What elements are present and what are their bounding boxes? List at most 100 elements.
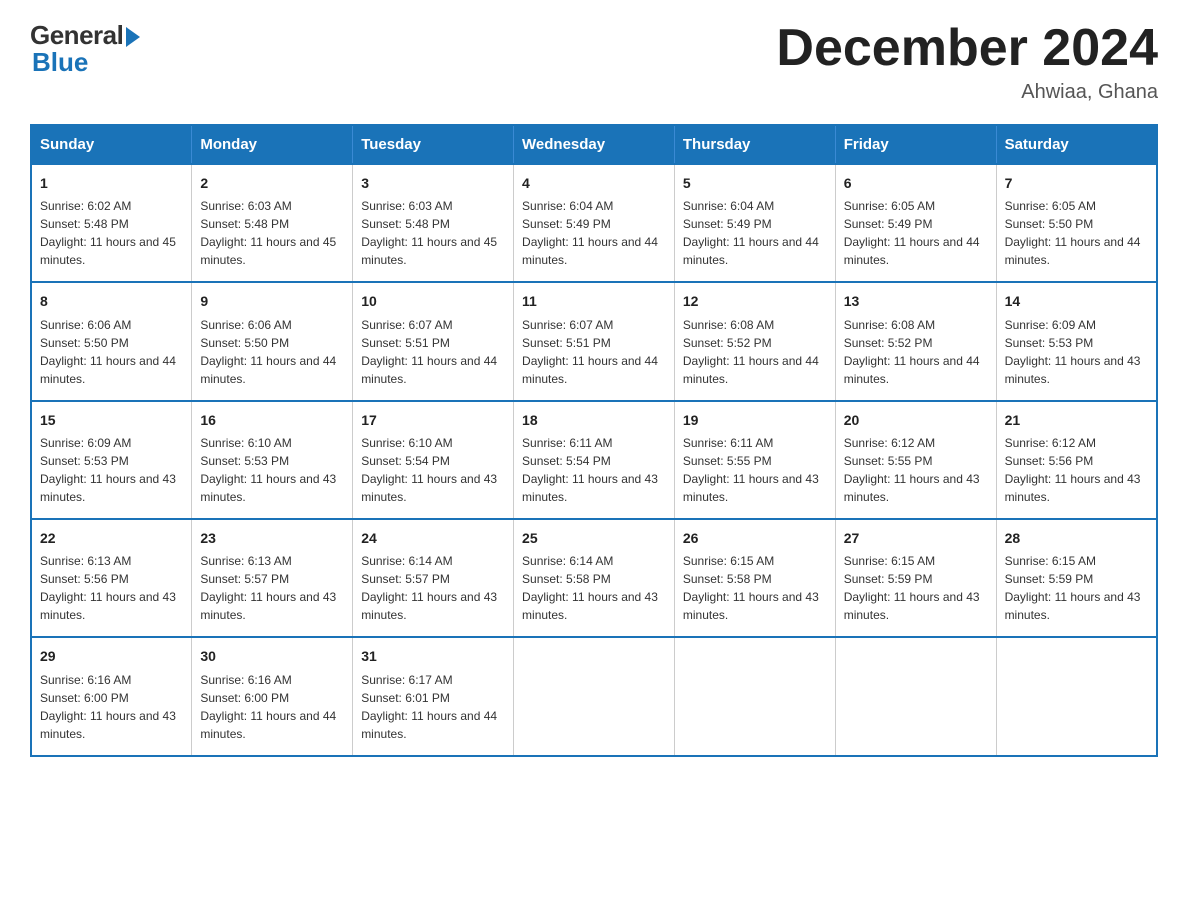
- calendar-cell: [996, 637, 1157, 755]
- day-number: 20: [844, 410, 988, 430]
- day-number: 1: [40, 173, 183, 193]
- day-info: Sunrise: 6:15 AMSunset: 5:59 PMDaylight:…: [844, 552, 988, 624]
- calendar-cell: 4 Sunrise: 6:04 AMSunset: 5:49 PMDaylight…: [514, 164, 675, 282]
- calendar-cell: 3 Sunrise: 6:03 AMSunset: 5:48 PMDaylight…: [353, 164, 514, 282]
- weekday-header-friday: Friday: [835, 125, 996, 164]
- page-header: General Blue December 2024 Ahwiaa, Ghana: [30, 20, 1158, 104]
- calendar-cell: 31Sunrise: 6:17 AMSunset: 6:01 PMDayligh…: [353, 637, 514, 755]
- day-info: Sunrise: 6:12 AMSunset: 5:55 PMDaylight:…: [844, 434, 988, 506]
- day-info: Sunrise: 6:03 AMSunset: 5:48 PMDaylight:…: [200, 197, 344, 269]
- day-info: Sunrise: 6:14 AMSunset: 5:58 PMDaylight:…: [522, 552, 666, 624]
- calendar-cell: [674, 637, 835, 755]
- calendar-cell: 1 Sunrise: 6:02 AMSunset: 5:48 PMDaylight…: [31, 164, 192, 282]
- day-number: 6: [844, 173, 988, 193]
- calendar-cell: 27Sunrise: 6:15 AMSunset: 5:59 PMDayligh…: [835, 519, 996, 637]
- day-number: 26: [683, 528, 827, 548]
- day-number: 7: [1005, 173, 1148, 193]
- weekday-row: SundayMondayTuesdayWednesdayThursdayFrid…: [31, 125, 1157, 164]
- logo-triangle-icon: [126, 27, 140, 47]
- logo: General Blue: [30, 20, 140, 78]
- day-number: 15: [40, 410, 183, 430]
- day-info: Sunrise: 6:11 AMSunset: 5:54 PMDaylight:…: [522, 434, 666, 506]
- calendar-cell: 10 Sunrise: 6:07 AMSunset: 5:51 PMDayligh…: [353, 282, 514, 400]
- day-info: Sunrise: 6:13 AMSunset: 5:56 PMDaylight:…: [40, 552, 183, 624]
- day-number: 2: [200, 173, 344, 193]
- calendar-cell: 8 Sunrise: 6:06 AMSunset: 5:50 PMDaylight…: [31, 282, 192, 400]
- calendar-week-row: 15 Sunrise: 6:09 AMSunset: 5:53 PMDayligh…: [31, 401, 1157, 519]
- day-number: 8: [40, 291, 183, 311]
- calendar-cell: 22 Sunrise: 6:13 AMSunset: 5:56 PMDayligh…: [31, 519, 192, 637]
- day-info: Sunrise: 6:02 AMSunset: 5:48 PMDaylight:…: [40, 197, 183, 269]
- day-info: Sunrise: 6:06 AMSunset: 5:50 PMDaylight:…: [40, 316, 183, 388]
- day-info: Sunrise: 6:04 AMSunset: 5:49 PMDaylight:…: [522, 197, 666, 269]
- weekday-header-wednesday: Wednesday: [514, 125, 675, 164]
- day-number: 29: [40, 646, 183, 666]
- calendar-cell: 24Sunrise: 6:14 AMSunset: 5:57 PMDayligh…: [353, 519, 514, 637]
- day-number: 9: [200, 291, 344, 311]
- day-number: 14: [1005, 291, 1148, 311]
- calendar-cell: 5Sunrise: 6:04 AMSunset: 5:49 PMDaylight…: [674, 164, 835, 282]
- day-info: Sunrise: 6:06 AMSunset: 5:50 PMDaylight:…: [200, 316, 344, 388]
- calendar-body: 1 Sunrise: 6:02 AMSunset: 5:48 PMDaylight…: [31, 164, 1157, 755]
- calendar-cell: 20 Sunrise: 6:12 AMSunset: 5:55 PMDayligh…: [835, 401, 996, 519]
- calendar-cell: 15 Sunrise: 6:09 AMSunset: 5:53 PMDayligh…: [31, 401, 192, 519]
- calendar-cell: 16 Sunrise: 6:10 AMSunset: 5:53 PMDayligh…: [192, 401, 353, 519]
- calendar-cell: 26Sunrise: 6:15 AMSunset: 5:58 PMDayligh…: [674, 519, 835, 637]
- calendar-cell: 13 Sunrise: 6:08 AMSunset: 5:52 PMDayligh…: [835, 282, 996, 400]
- calendar-cell: 28 Sunrise: 6:15 AMSunset: 5:59 PMDayligh…: [996, 519, 1157, 637]
- day-number: 4: [522, 173, 666, 193]
- calendar-cell: 21Sunrise: 6:12 AMSunset: 5:56 PMDayligh…: [996, 401, 1157, 519]
- calendar-cell: [835, 637, 996, 755]
- day-number: 21: [1005, 410, 1148, 430]
- day-number: 17: [361, 410, 505, 430]
- day-number: 25: [522, 528, 666, 548]
- calendar-cell: 17 Sunrise: 6:10 AMSunset: 5:54 PMDayligh…: [353, 401, 514, 519]
- day-info: Sunrise: 6:15 AMSunset: 5:59 PMDaylight:…: [1005, 552, 1148, 624]
- calendar-cell: 30 Sunrise: 6:16 AMSunset: 6:00 PMDayligh…: [192, 637, 353, 755]
- day-number: 19: [683, 410, 827, 430]
- calendar-cell: [514, 637, 675, 755]
- calendar-table: SundayMondayTuesdayWednesdayThursdayFrid…: [30, 124, 1158, 756]
- day-number: 3: [361, 173, 505, 193]
- day-number: 30: [200, 646, 344, 666]
- calendar-cell: 29 Sunrise: 6:16 AMSunset: 6:00 PMDayligh…: [31, 637, 192, 755]
- day-number: 12: [683, 291, 827, 311]
- day-info: Sunrise: 6:08 AMSunset: 5:52 PMDaylight:…: [683, 316, 827, 388]
- month-title: December 2024: [776, 20, 1158, 77]
- day-number: 13: [844, 291, 988, 311]
- day-info: Sunrise: 6:07 AMSunset: 5:51 PMDaylight:…: [361, 316, 505, 388]
- day-info: Sunrise: 6:16 AMSunset: 6:00 PMDaylight:…: [200, 671, 344, 743]
- day-info: Sunrise: 6:16 AMSunset: 6:00 PMDaylight:…: [40, 671, 183, 743]
- calendar-cell: 2 Sunrise: 6:03 AMSunset: 5:48 PMDaylight…: [192, 164, 353, 282]
- logo-blue-text: Blue: [32, 47, 88, 78]
- day-info: Sunrise: 6:03 AMSunset: 5:48 PMDaylight:…: [361, 197, 505, 269]
- weekday-header-thursday: Thursday: [674, 125, 835, 164]
- day-number: 23: [200, 528, 344, 548]
- calendar-cell: 7 Sunrise: 6:05 AMSunset: 5:50 PMDaylight…: [996, 164, 1157, 282]
- day-number: 16: [200, 410, 344, 430]
- calendar-cell: 9 Sunrise: 6:06 AMSunset: 5:50 PMDaylight…: [192, 282, 353, 400]
- calendar-cell: 6 Sunrise: 6:05 AMSunset: 5:49 PMDaylight…: [835, 164, 996, 282]
- day-number: 28: [1005, 528, 1148, 548]
- day-info: Sunrise: 6:09 AMSunset: 5:53 PMDaylight:…: [40, 434, 183, 506]
- calendar-header: SundayMondayTuesdayWednesdayThursdayFrid…: [31, 125, 1157, 164]
- day-number: 22: [40, 528, 183, 548]
- calendar-week-row: 29 Sunrise: 6:16 AMSunset: 6:00 PMDayligh…: [31, 637, 1157, 755]
- calendar-week-row: 8 Sunrise: 6:06 AMSunset: 5:50 PMDaylight…: [31, 282, 1157, 400]
- day-info: Sunrise: 6:10 AMSunset: 5:53 PMDaylight:…: [200, 434, 344, 506]
- weekday-header-sunday: Sunday: [31, 125, 192, 164]
- day-info: Sunrise: 6:10 AMSunset: 5:54 PMDaylight:…: [361, 434, 505, 506]
- day-info: Sunrise: 6:05 AMSunset: 5:49 PMDaylight:…: [844, 197, 988, 269]
- day-info: Sunrise: 6:11 AMSunset: 5:55 PMDaylight:…: [683, 434, 827, 506]
- day-info: Sunrise: 6:14 AMSunset: 5:57 PMDaylight:…: [361, 552, 505, 624]
- calendar-cell: 25 Sunrise: 6:14 AMSunset: 5:58 PMDayligh…: [514, 519, 675, 637]
- day-number: 10: [361, 291, 505, 311]
- day-info: Sunrise: 6:17 AMSunset: 6:01 PMDaylight:…: [361, 671, 505, 743]
- day-info: Sunrise: 6:05 AMSunset: 5:50 PMDaylight:…: [1005, 197, 1148, 269]
- day-info: Sunrise: 6:09 AMSunset: 5:53 PMDaylight:…: [1005, 316, 1148, 388]
- calendar-cell: 14 Sunrise: 6:09 AMSunset: 5:53 PMDayligh…: [996, 282, 1157, 400]
- calendar-cell: 19 Sunrise: 6:11 AMSunset: 5:55 PMDayligh…: [674, 401, 835, 519]
- weekday-header-tuesday: Tuesday: [353, 125, 514, 164]
- day-info: Sunrise: 6:04 AMSunset: 5:49 PMDaylight:…: [683, 197, 827, 269]
- day-info: Sunrise: 6:08 AMSunset: 5:52 PMDaylight:…: [844, 316, 988, 388]
